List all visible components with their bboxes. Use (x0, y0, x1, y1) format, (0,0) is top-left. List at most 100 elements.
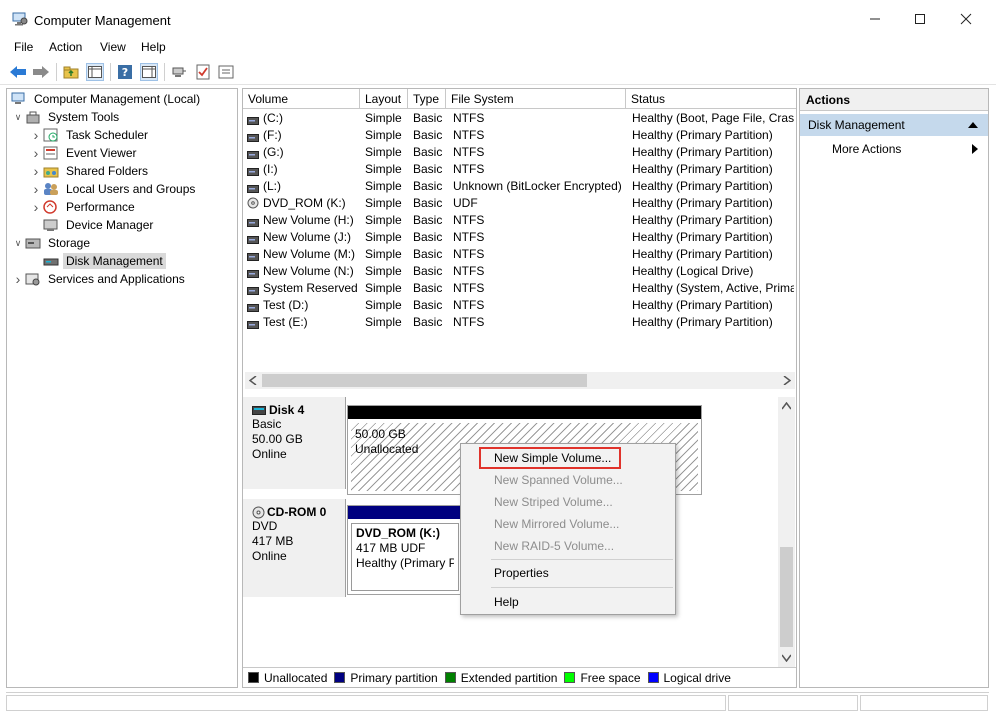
column-status[interactable]: Status (626, 89, 796, 109)
menu-view[interactable]: View (100, 40, 126, 54)
tree-item-shared-folders[interactable]: › Shared Folders (29, 162, 151, 180)
computer-management-icon (12, 12, 28, 26)
table-cell: NTFS (453, 111, 485, 125)
highlight-box (479, 447, 621, 469)
forward-button[interactable] (32, 63, 50, 81)
table-cell: Simple (365, 145, 402, 159)
vertical-scrollbar[interactable] (778, 397, 795, 667)
close-button[interactable] (943, 4, 989, 34)
dvd-rom-status: Healthy (Primary Pa (356, 556, 454, 570)
tree-item-performance[interactable]: › Performance (29, 198, 138, 216)
legend-swatch (248, 672, 259, 683)
table-cell: Simple (365, 213, 402, 227)
menu-action[interactable]: Action (49, 40, 82, 54)
users-icon (43, 182, 59, 196)
column-file-system[interactable]: File System (446, 89, 626, 109)
column-volume[interactable]: Volume (243, 89, 360, 109)
actions-section-disk-management[interactable]: Disk Management (800, 114, 988, 136)
help-icon: ? (118, 65, 132, 79)
primary-partition-bar (348, 506, 462, 519)
unallocated-bar (348, 406, 701, 419)
table-cell: Simple (365, 264, 402, 278)
help-button[interactable]: ? (116, 63, 134, 81)
table-cell: Simple (365, 315, 402, 329)
menu-help-item[interactable]: Help (461, 591, 675, 613)
actions-header: Actions (800, 89, 988, 111)
tree-item-services-and-applications[interactable]: › Services and Applications (11, 270, 188, 288)
horizontal-scroll-thumb[interactable] (262, 374, 587, 387)
vertical-scroll-thumb[interactable] (780, 547, 793, 647)
tree-item-device-manager[interactable]: Device Manager (29, 216, 156, 234)
computer-icon (11, 92, 27, 106)
tree-item-task-scheduler[interactable]: › Task Scheduler (29, 126, 151, 144)
tree-item-local-users-and-groups[interactable]: › Local Users and Groups (29, 180, 198, 198)
cdrom-0-label[interactable]: CD-ROM 0 DVD 417 MB Online (243, 499, 346, 597)
dvd-rom-partition[interactable]: DVD_ROM (K:) 417 MB UDF Healthy (Primary… (347, 505, 463, 595)
table-row[interactable]: (L:) Simple Basic Unknown (BitLocker Encryp… (243, 178, 796, 195)
menu-new-spanned-volume[interactable]: New Spanned Volume... (461, 469, 675, 491)
expand-chevron-down-icon[interactable]: ∨ (11, 238, 25, 249)
tree-item-disk-management[interactable]: Disk Management (29, 252, 166, 270)
table-row[interactable]: (C:) Simple Basic NTFS Healthy (Boot, Page F… (243, 110, 796, 127)
table-row[interactable]: (F:) Simple Basic NTFS Healthy (Primary Part… (243, 127, 796, 144)
expand-chevron-right-icon[interactable]: › (11, 271, 25, 287)
table-cell: Healthy (Primary Partition) (632, 298, 773, 312)
legend-label: Unallocated (264, 670, 328, 685)
menu-new-raid5-volume[interactable]: New RAID-5 Volume... (461, 535, 675, 557)
properties-button[interactable] (217, 63, 235, 81)
menu-new-mirrored-volume[interactable]: New Mirrored Volume... (461, 513, 675, 535)
shared-folder-icon (43, 164, 59, 178)
table-row[interactable]: New Volume (N:) Simple Basic NTFS Healthy (L… (243, 263, 796, 280)
expand-chevron-right-icon[interactable]: › (29, 127, 43, 143)
menu-help[interactable]: Help (141, 40, 166, 54)
check-button[interactable] (194, 63, 212, 81)
table-row[interactable]: New Volume (H:) Simple Basic NTFS Healthy (P… (243, 212, 796, 229)
table-cell: System Reserved (263, 281, 358, 295)
back-button[interactable] (9, 63, 27, 81)
disk-4-label[interactable]: Disk 4 Basic 50.00 GB Online (243, 397, 346, 489)
menu-file[interactable]: File (14, 40, 33, 54)
expand-chevron-down-icon[interactable]: ∨ (11, 112, 25, 123)
tree-item-storage[interactable]: ∨ Storage (11, 234, 93, 252)
collapse-up-icon (968, 122, 978, 128)
horizontal-scrollbar[interactable] (245, 372, 795, 389)
expand-chevron-right-icon[interactable]: › (29, 145, 43, 161)
table-cell: (F:) (263, 128, 282, 142)
expand-chevron-right-icon[interactable]: › (29, 199, 43, 215)
table-cell: Healthy (Primary Partition) (632, 247, 773, 261)
table-cell: UDF (453, 196, 478, 210)
table-row[interactable]: DVD_ROM (K:) Simple Basic UDF Healthy (Prima… (243, 195, 796, 212)
up-folder-button[interactable] (62, 63, 80, 81)
expand-chevron-right-icon[interactable]: › (29, 163, 43, 179)
tree-item-computer-management-local[interactable]: Computer Management (Local) (7, 90, 203, 108)
table-row[interactable]: System Reserved Simple Basic NTFS Healthy (S… (243, 280, 796, 297)
show-hide-action-pane-button[interactable] (140, 63, 158, 81)
table-cell: Basic (413, 162, 443, 176)
maximize-button[interactable] (897, 4, 943, 34)
column-type[interactable]: Type (408, 89, 446, 109)
table-row[interactable]: New Volume (M:) Simple Basic NTFS Healthy (P… (243, 246, 796, 263)
expand-chevron-right-icon[interactable]: › (29, 181, 43, 197)
menu-properties[interactable]: Properties (461, 562, 675, 584)
column-layout[interactable]: Layout (360, 89, 408, 109)
tree-item-event-viewer[interactable]: › Event Viewer (29, 144, 139, 162)
table-row[interactable]: (I:) Simple Basic NTFS Healthy (Primary Part… (243, 161, 796, 178)
table-cell: NTFS (453, 247, 485, 261)
table-cell: Healthy (Primary Partition) (632, 196, 773, 210)
table-cell: (L:) (263, 179, 281, 193)
legend-swatch (334, 672, 346, 683)
tree-item-system-tools[interactable]: ∨ System Tools (11, 108, 122, 126)
svg-text:?: ? (122, 66, 128, 79)
minimize-button[interactable] (852, 4, 898, 34)
show-hide-tree-button[interactable] (86, 63, 104, 81)
table-row[interactable]: Test (D:) Simple Basic NTFS Healthy (Primary… (243, 297, 796, 314)
table-cell: Basic (413, 213, 443, 227)
connect-button[interactable] (170, 63, 188, 81)
cdrom-0-size: 417 MB (252, 534, 294, 548)
more-actions-item[interactable]: More Actions (832, 139, 988, 159)
menu-new-striped-volume[interactable]: New Striped Volume... (461, 491, 675, 513)
table-row[interactable]: Test (E:) Simple Basic NTFS Healthy (Primary… (243, 314, 796, 331)
dvd-rom-region[interactable]: DVD_ROM (K:) 417 MB UDF Healthy (Primary… (351, 523, 459, 591)
table-row[interactable]: New Volume (J:) Simple Basic NTFS Healthy (P… (243, 229, 796, 246)
table-row[interactable]: (G:) Simple Basic NTFS Healthy (Primary Part… (243, 144, 796, 161)
